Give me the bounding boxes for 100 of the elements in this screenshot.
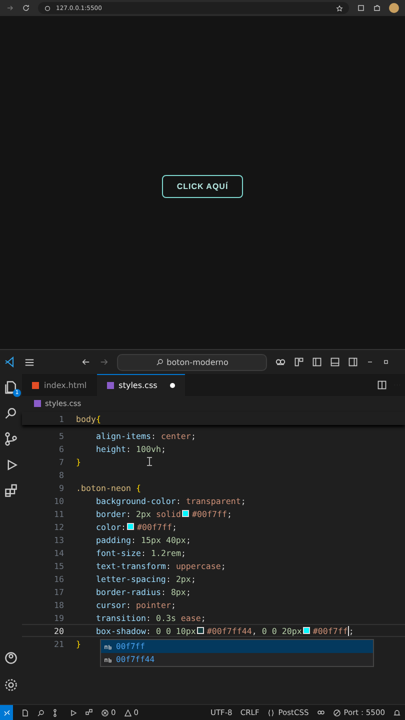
- code-token: align-items: [96, 430, 151, 440]
- account-icon[interactable]: [4, 651, 18, 665]
- sidebar-icon[interactable]: [312, 357, 322, 367]
- profile-avatar[interactable]: [389, 3, 399, 13]
- code-token: 0 0 20px: [262, 626, 302, 636]
- code-token: 2px: [176, 574, 191, 584]
- line-number: 13: [53, 534, 65, 544]
- source-control-icon[interactable]: [4, 432, 18, 446]
- code-token: background-color: [96, 496, 176, 506]
- code-token: color: [96, 522, 121, 532]
- extensions-icon[interactable]: [85, 708, 93, 716]
- line-number: 9: [58, 482, 65, 492]
- text-cursor: [348, 626, 349, 636]
- code-token: ;: [186, 534, 191, 544]
- code-token: 100vh: [136, 444, 161, 454]
- forward-icon[interactable]: [6, 4, 14, 12]
- code-token: cursor: [96, 600, 126, 610]
- code-token: 1.2rem: [150, 548, 181, 558]
- code-token: :: [130, 534, 137, 544]
- line-number: 17: [53, 586, 65, 596]
- code-token: transition: [96, 612, 146, 622]
- files-icon[interactable]: [4, 380, 18, 394]
- star-icon[interactable]: [336, 4, 343, 12]
- maximize-icon[interactable]: [382, 358, 390, 366]
- braces-icon[interactable]: [267, 708, 276, 716]
- line-number: 8: [58, 470, 65, 480]
- search-icon[interactable]: [156, 358, 164, 366]
- code-token: ;: [348, 626, 354, 636]
- suggestion-item[interactable]: 00f7ff: [101, 640, 373, 653]
- files-icon[interactable]: [21, 708, 29, 716]
- html-file-icon: [32, 382, 39, 389]
- line-number: 21: [53, 638, 65, 648]
- search-icon[interactable]: [37, 708, 45, 716]
- warning-icon[interactable]: [124, 708, 132, 716]
- line-number: 15: [53, 560, 65, 570]
- reload-icon[interactable]: [22, 4, 30, 12]
- code-token: solid: [154, 508, 181, 518]
- line-number: 11: [53, 508, 65, 518]
- line-number: 7: [58, 456, 65, 466]
- code-token: ease: [180, 612, 201, 622]
- site-info-icon[interactable]: [44, 4, 51, 12]
- code-token: ;: [220, 560, 226, 570]
- line-number: 18: [53, 600, 65, 610]
- code-token: #00f7ff: [136, 522, 172, 532]
- bell-icon[interactable]: [393, 708, 401, 716]
- code-token: ;: [226, 508, 232, 518]
- code-token: :: [146, 612, 152, 622]
- code-token: 15px 40px: [140, 534, 186, 544]
- code-token: ;: [200, 612, 206, 622]
- code-token: :: [126, 444, 132, 454]
- css-file-icon: [34, 400, 41, 406]
- back-icon[interactable]: [81, 357, 91, 367]
- code-token: ;: [240, 496, 246, 506]
- code-token: }: [76, 456, 81, 466]
- code-token: text-transform: [96, 560, 166, 570]
- suggestion-item[interactable]: 00f7ff44: [101, 653, 373, 666]
- color-swatch[interactable]: [302, 627, 310, 634]
- code-token: height: [96, 444, 126, 454]
- editor-tab[interactable]: styles.css: [96, 374, 186, 396]
- line-number: 20: [53, 626, 65, 636]
- extensions-icon[interactable]: [4, 484, 18, 498]
- sidebar-icon[interactable]: [348, 357, 358, 367]
- color-swatch[interactable]: [196, 627, 204, 634]
- mouse-cursor-icon: [147, 457, 152, 466]
- line-number: 10: [53, 496, 65, 506]
- blocked-icon[interactable]: [332, 708, 341, 716]
- code-token: :: [160, 586, 167, 596]
- code-token: 2px: [136, 508, 151, 518]
- line-number: 12: [53, 522, 65, 532]
- neon-button[interactable]: CLICK AQUÍ: [162, 175, 244, 198]
- code-token: :: [150, 430, 157, 440]
- command-search-field[interactable]: boton-moderno: [117, 354, 267, 370]
- run-debug-icon[interactable]: [69, 708, 77, 716]
- menu-icon[interactable]: [24, 356, 35, 368]
- remote-button[interactable]: [0, 705, 13, 720]
- split-editor-icon[interactable]: [377, 380, 387, 390]
- code-token: ;: [172, 522, 177, 532]
- code-token: ;: [186, 586, 191, 596]
- forward-icon[interactable]: [99, 357, 109, 367]
- remote-icon[interactable]: [2, 708, 10, 716]
- panel-icon[interactable]: [330, 357, 340, 367]
- code-token: :: [126, 600, 132, 610]
- code-token: .boton-neon: [76, 482, 132, 492]
- settings-icon[interactable]: [4, 678, 18, 692]
- code-token: transparent: [186, 496, 241, 506]
- line-number: 19: [53, 612, 65, 622]
- color-swatch[interactable]: [126, 523, 134, 530]
- code-token: ;: [180, 548, 186, 558]
- text-suggestion-icon: [104, 644, 113, 650]
- code-token: 0 0 10px: [156, 626, 196, 636]
- code-token: uppercase: [176, 560, 221, 570]
- line-number: 6: [58, 444, 65, 454]
- code-token: 0.3s: [156, 612, 176, 622]
- app-logo-icon[interactable]: [4, 356, 16, 368]
- color-swatch[interactable]: [182, 510, 189, 517]
- error-icon[interactable]: [101, 708, 109, 716]
- line-number: 5: [58, 430, 65, 440]
- layout-icon[interactable]: [294, 357, 304, 367]
- code-token: {: [96, 414, 101, 424]
- search-icon[interactable]: [4, 406, 18, 420]
